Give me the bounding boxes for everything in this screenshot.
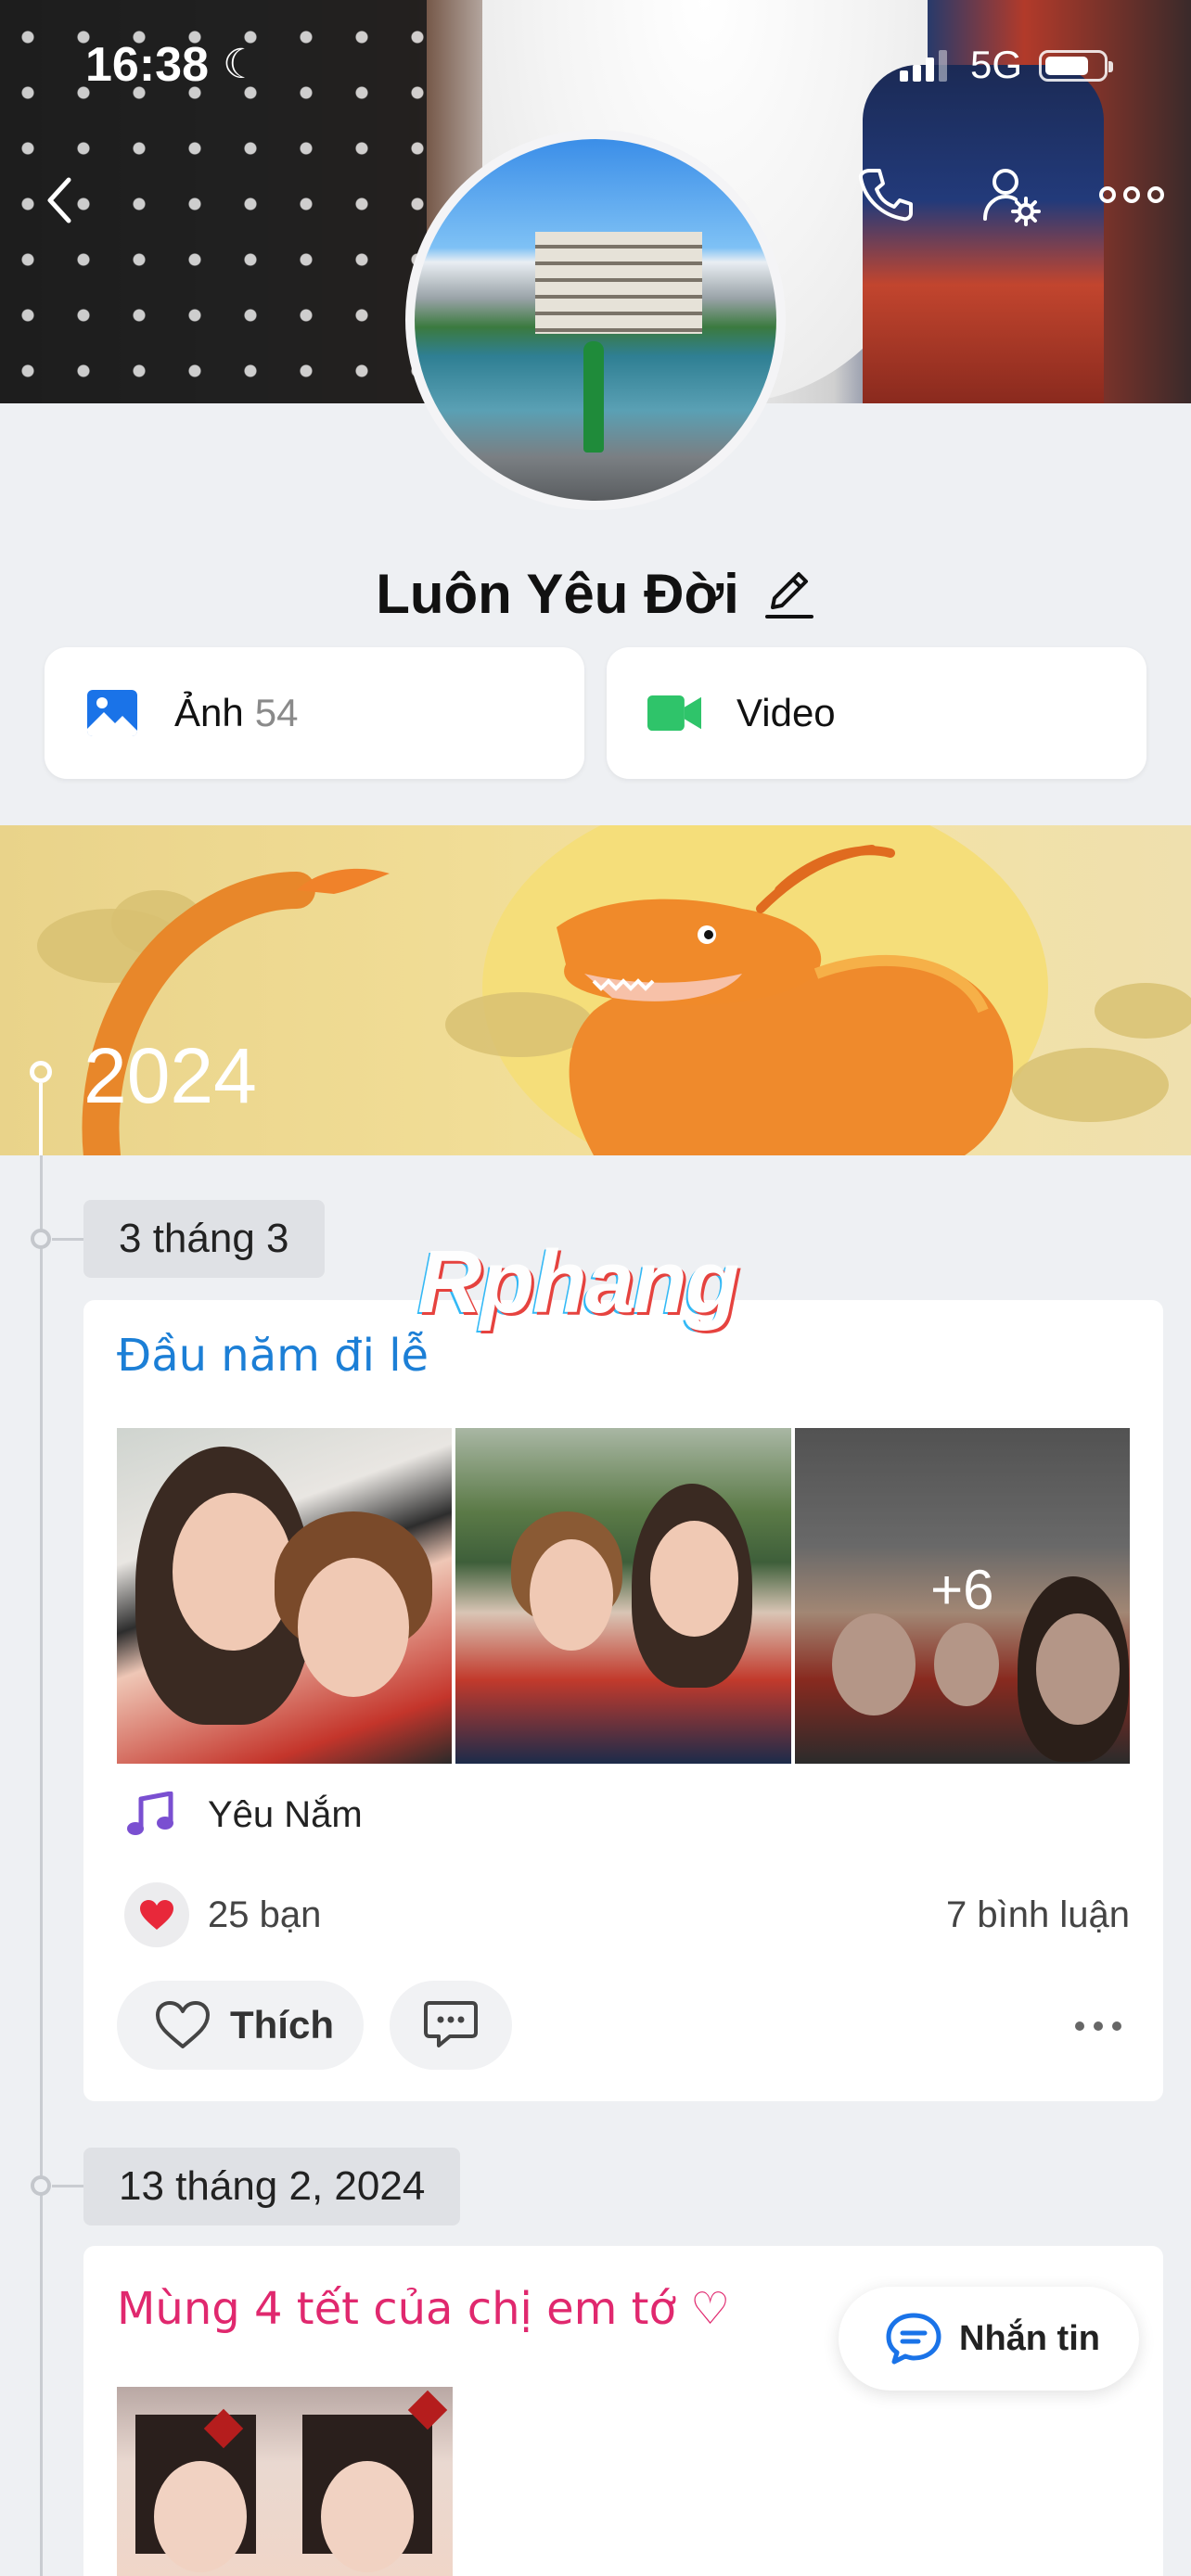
photo-icon	[87, 690, 137, 736]
post-photo[interactable]	[117, 2387, 453, 2576]
more-icon	[1099, 186, 1164, 203]
post-more-icon[interactable]	[1070, 2012, 1126, 2040]
more-photos-count: +6	[930, 1559, 994, 1621]
year-banner: 2024	[0, 825, 1191, 1155]
timeline-node	[31, 2175, 51, 2196]
date-chip: 3 tháng 3	[83, 1200, 325, 1278]
post-title: Đầu năm đi lễ	[117, 1330, 429, 1382]
edit-icon[interactable]	[763, 565, 815, 622]
call-button[interactable]	[852, 161, 918, 228]
videos-label: Video	[736, 691, 836, 734]
post-actions: Thích	[117, 1981, 1130, 2073]
more-options-button[interactable]	[1095, 161, 1169, 228]
avatar-person	[583, 341, 604, 453]
post-card[interactable]: Đầu năm đi lễ +6 Yêu Nắm 25 bạn 7 bình l…	[83, 1300, 1163, 2101]
song-title: Yêu Nắm	[208, 1793, 363, 1835]
post-photo[interactable]	[117, 1428, 453, 1764]
phone-icon	[858, 169, 913, 222]
comment-button[interactable]	[390, 1981, 512, 2070]
back-button[interactable]	[33, 172, 89, 228]
like-button[interactable]: Thích	[117, 1981, 364, 2070]
photos-label: Ảnh	[174, 691, 244, 734]
photo-face	[650, 1521, 739, 1637]
photos-card[interactable]: Ảnh 54	[45, 647, 584, 779]
profile-settings-button[interactable]	[976, 161, 1043, 228]
heart-outline-icon	[156, 2001, 210, 2048]
date-chip: 13 tháng 2, 2024	[83, 2148, 461, 2225]
timeline-year-dot	[30, 1061, 52, 1083]
status-time: 16:38	[85, 38, 209, 92]
photo-face	[154, 2461, 247, 2572]
music-row[interactable]: Yêu Nắm	[126, 1792, 363, 1838]
reaction-summary[interactable]: 25 bạn 7 bình luận	[124, 1882, 1130, 1947]
like-label: Thích	[230, 2003, 334, 2047]
comment-icon	[424, 2001, 478, 2047]
message-button-label: Nhắn tin	[959, 2318, 1100, 2358]
timeline-year-stem	[39, 1083, 43, 1155]
photo-face	[321, 2461, 414, 2572]
video-camera-icon	[647, 695, 701, 732]
photos-count: 54	[254, 691, 299, 734]
videos-card[interactable]: Video	[607, 647, 1146, 779]
photo-face	[298, 1558, 409, 1697]
profile-name: Luôn Yêu Đời	[376, 562, 739, 625]
avatar-building	[535, 232, 702, 334]
avatar[interactable]	[405, 130, 786, 510]
back-icon	[47, 177, 71, 223]
chat-icon	[886, 2313, 941, 2365]
post-photo[interactable]	[455, 1428, 791, 1764]
comments-count[interactable]: 7 bình luận	[946, 1894, 1130, 1936]
photo-face	[530, 1539, 614, 1651]
timeline-tick	[52, 2185, 83, 2187]
moon-icon: ☾	[223, 42, 260, 87]
status-bar: 16:38 ☾ 5G	[0, 37, 1191, 93]
year-label: 2024	[83, 1032, 257, 1119]
network-type: 5G	[970, 43, 1023, 86]
profile-name-row: Luôn Yêu Đời	[0, 556, 1191, 631]
profile-settings-icon	[983, 169, 1041, 226]
message-button[interactable]: Nhắn tin	[839, 2287, 1139, 2391]
heart-icon	[140, 1900, 173, 1930]
timeline-line	[40, 1155, 43, 2576]
watermark: Rphang	[417, 1232, 739, 1332]
likes-count: 25 bạn	[208, 1894, 322, 1935]
cover-photo-child	[863, 65, 1104, 403]
signal-icon	[900, 50, 947, 82]
post-title: Mùng 4 tết của chị em tớ ♡	[117, 2283, 731, 2335]
timeline-node	[31, 1229, 51, 1249]
timeline-tick	[52, 1238, 83, 1241]
heart-badge	[124, 1882, 189, 1947]
music-note-icon	[127, 1792, 173, 1835]
post-photo-more[interactable]: +6	[794, 1428, 1130, 1764]
post-photo-grid: +6	[117, 1428, 1130, 1764]
battery-icon	[1039, 50, 1113, 82]
